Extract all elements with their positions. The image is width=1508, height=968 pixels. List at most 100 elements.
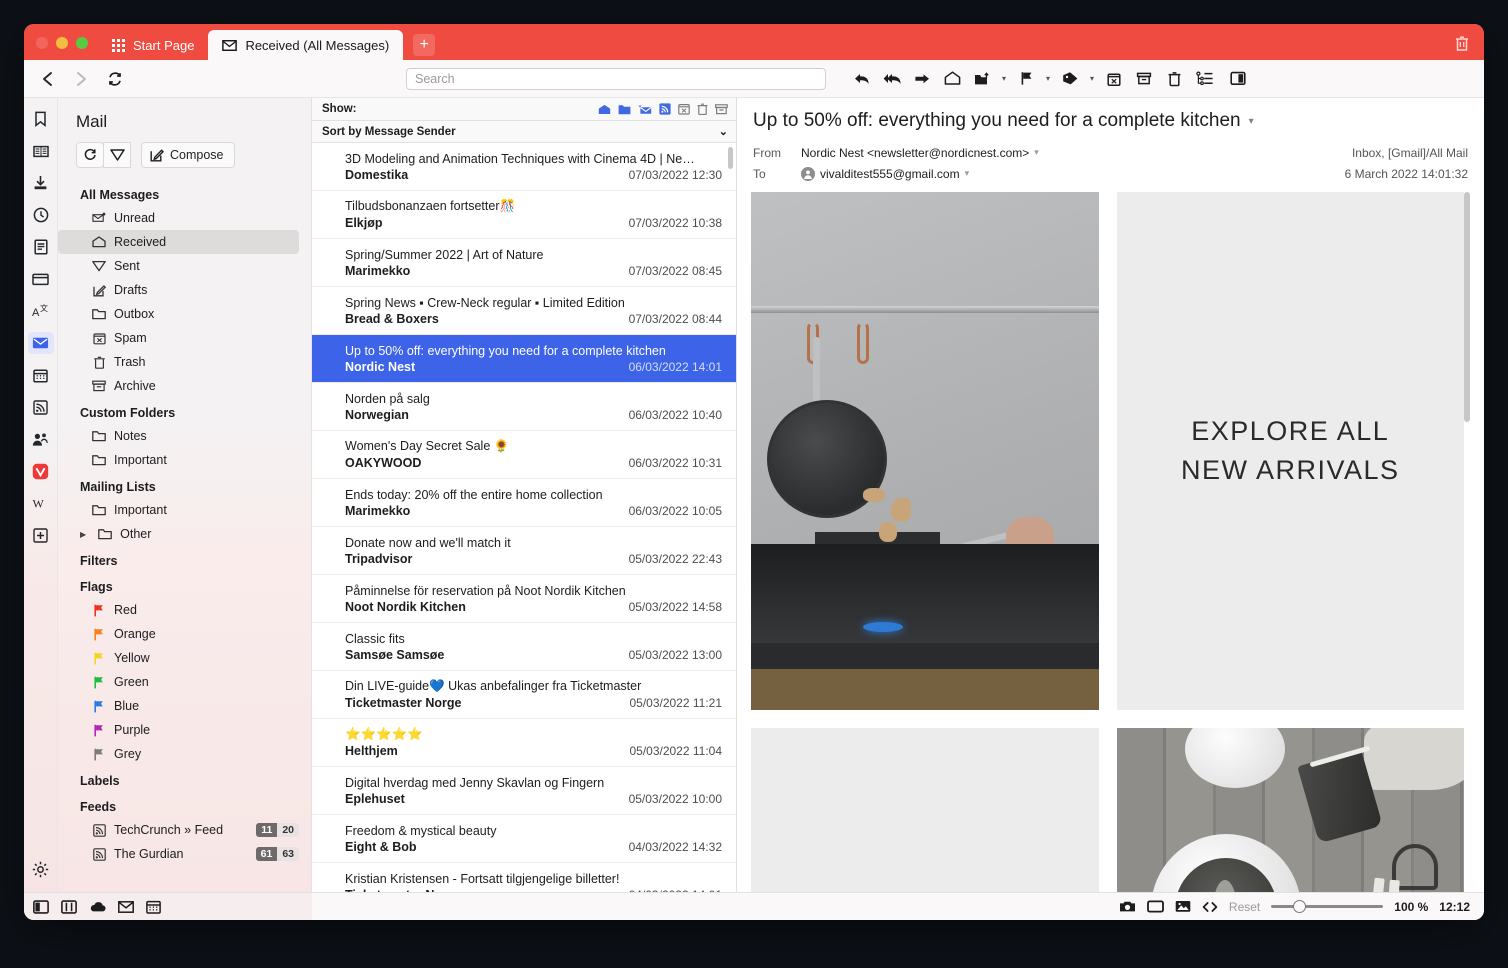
new-tab-button[interactable]: + — [413, 34, 436, 56]
chevron-down-icon[interactable]: ⌄ — [719, 125, 728, 138]
refresh-icon[interactable] — [76, 142, 104, 168]
calendar-icon[interactable] — [146, 900, 161, 914]
panel-toggle-icon[interactable] — [1224, 66, 1252, 92]
compose-button[interactable]: Compose — [141, 142, 235, 168]
archive-box-icon[interactable] — [1130, 66, 1158, 92]
rectangle-icon[interactable] — [1147, 900, 1164, 913]
to-value[interactable]: vivalditest555@gmail.com ▾ — [801, 166, 970, 181]
message-row[interactable]: Women's Day Secret Sale 🌻 OAKYWOOD 06/03/… — [312, 431, 736, 479]
sidebar-item-notes[interactable]: Notes — [58, 424, 299, 448]
message-row[interactable]: Tilbudsbonanzaen fortsetter🎊 Elkjøp 07/03… — [312, 191, 736, 239]
sidebar-item-flag-grey[interactable]: Grey — [58, 742, 299, 766]
code-icon[interactable] — [1202, 901, 1218, 913]
gear-icon[interactable] — [28, 858, 54, 880]
image-icon[interactable] — [1175, 900, 1191, 913]
send-filter-icon[interactable] — [103, 142, 131, 168]
panel-toggle-icon[interactable] — [33, 899, 49, 914]
sent-filter-icon[interactable] — [638, 104, 652, 115]
close-window-button[interactable] — [36, 37, 48, 49]
open-envelope-icon[interactable] — [938, 66, 966, 92]
close-tab-trash[interactable] — [1454, 35, 1484, 60]
message-row[interactable]: Kristian Kristensen - Fortsatt tilgjenge… — [312, 863, 736, 893]
plus-box-icon[interactable] — [28, 524, 54, 546]
archive-filter-icon[interactable] — [715, 103, 728, 115]
sidebar-item-flag-red[interactable]: Red — [58, 598, 299, 622]
search-input[interactable] — [406, 67, 826, 90]
cloud-icon[interactable] — [89, 901, 106, 913]
sidebar-item-archive[interactable]: Archive — [58, 374, 299, 398]
envelope-icon[interactable] — [118, 900, 134, 913]
message-row[interactable]: Digital hverdag med Jenny Skavlan og Fin… — [312, 767, 736, 815]
window-icon[interactable] — [28, 268, 54, 290]
chevron-down-icon[interactable]: ▾ — [1086, 74, 1098, 83]
reading-pane-scrollbar[interactable] — [1464, 192, 1470, 892]
forward-arrow-icon[interactable] — [66, 66, 96, 92]
sidebar-item-spam[interactable]: Spam — [58, 326, 299, 350]
wikipedia-w-icon[interactable]: W — [28, 492, 54, 514]
message-row[interactable]: Freedom & mystical beauty Eight & Bob 04/… — [312, 815, 736, 863]
reply-arrow-icon[interactable] — [848, 66, 876, 92]
sidebar-item-flag-green[interactable]: Green — [58, 670, 299, 694]
thread-list-icon[interactable] — [1190, 66, 1218, 92]
message-list-scrollbar[interactable] — [728, 147, 733, 169]
sidebar-item-mailinglist-other[interactable]: ▶ Other — [58, 522, 299, 546]
calendar-icon[interactable] — [28, 364, 54, 386]
maximize-window-button[interactable] — [76, 37, 88, 49]
reply-all-arrow-icon[interactable] — [878, 66, 906, 92]
tab-received-all-messages[interactable]: Received (All Messages) — [208, 30, 404, 60]
back-arrow-icon[interactable] — [32, 66, 62, 92]
message-row[interactable]: Norden på salg Norwegian 06/03/2022 10:40 — [312, 383, 736, 431]
book-icon[interactable] — [28, 140, 54, 162]
vivaldi-logo-icon[interactable] — [28, 460, 54, 482]
rss-icon[interactable] — [28, 396, 54, 418]
forward-arrow-icon[interactable] — [908, 66, 936, 92]
translate-icon[interactable]: A文 — [28, 300, 54, 322]
sidebar-item-received[interactable]: Received — [58, 230, 299, 254]
sidebar-item-feed-the-gurdian[interactable]: The Gurdian 61 63 — [58, 842, 299, 866]
chevron-down-icon[interactable]: ▾ — [965, 168, 970, 179]
sidebar-item-mailinglist-important[interactable]: Important — [58, 498, 299, 522]
bookmark-icon[interactable] — [28, 108, 54, 130]
sidebar-item-outbox[interactable]: Outbox — [58, 302, 299, 326]
tab-start-page[interactable]: Start Page — [98, 30, 208, 60]
sidebar-item-drafts[interactable]: Drafts — [58, 278, 299, 302]
sort-bar[interactable]: Sort by Message Sender ⌄ — [312, 121, 736, 143]
chevron-down-icon[interactable]: ▾ — [1034, 147, 1039, 158]
message-row[interactable]: Spring/Summer 2022 | Art of Nature Marim… — [312, 239, 736, 287]
sidebar-item-flag-yellow[interactable]: Yellow — [58, 646, 299, 670]
flag-icon[interactable] — [1012, 66, 1040, 92]
notes-icon[interactable] — [28, 236, 54, 258]
zoom-slider[interactable] — [1271, 900, 1384, 914]
chevron-down-icon[interactable]: ▾ — [1042, 74, 1054, 83]
reload-icon[interactable] — [100, 66, 130, 92]
folder-filter-icon[interactable] — [618, 104, 631, 115]
camera-icon[interactable] — [1119, 900, 1136, 913]
contacts-icon[interactable] — [28, 428, 54, 450]
message-row[interactable]: Ends today: 20% off the entire home coll… — [312, 479, 736, 527]
sidebar-item-trash[interactable]: Trash — [58, 350, 299, 374]
sidebar-item-sent[interactable]: Sent — [58, 254, 299, 278]
trash-icon[interactable] — [1160, 66, 1188, 92]
received-filter-icon[interactable] — [598, 104, 611, 115]
sidebar-item-flag-orange[interactable]: Orange — [58, 622, 299, 646]
folder-move-icon[interactable] — [968, 66, 996, 92]
clock-icon[interactable] — [28, 204, 54, 226]
message-row[interactable]: Donate now and we'll match it Tripadviso… — [312, 527, 736, 575]
tile-icon[interactable] — [61, 899, 77, 914]
minimize-window-button[interactable] — [56, 37, 68, 49]
sidebar-item-flag-blue[interactable]: Blue — [58, 694, 299, 718]
disclosure-triangle-icon[interactable]: ▶ — [80, 530, 86, 539]
spam-bin-icon[interactable] — [1100, 66, 1128, 92]
from-value[interactable]: Nordic Nest <newsletter@nordicnest.com> … — [801, 146, 1039, 160]
feeds-filter-icon[interactable] — [659, 103, 671, 115]
message-row[interactable]: Spring News ▪ Crew-Neck regular ▪ Limite… — [312, 287, 736, 335]
chevron-down-icon[interactable]: ▾ — [1249, 116, 1254, 127]
message-row[interactable]: ⭐⭐⭐⭐⭐ Helthjem 05/03/2022 11:04 — [312, 719, 736, 767]
sidebar-item-flag-purple[interactable]: Purple — [58, 718, 299, 742]
sidebar-item-unread[interactable]: Unread — [58, 206, 299, 230]
message-row[interactable]: Din LIVE-guide💙 Ukas anbefalinger fra Ti… — [312, 671, 736, 719]
message-row[interactable]: 3D Modeling and Animation Techniques wit… — [312, 143, 736, 191]
message-row[interactable]: Påminnelse för reservation på Noot Nordi… — [312, 575, 736, 623]
sidebar-item-mail[interactable] — [27, 332, 54, 354]
download-icon[interactable] — [28, 172, 54, 194]
